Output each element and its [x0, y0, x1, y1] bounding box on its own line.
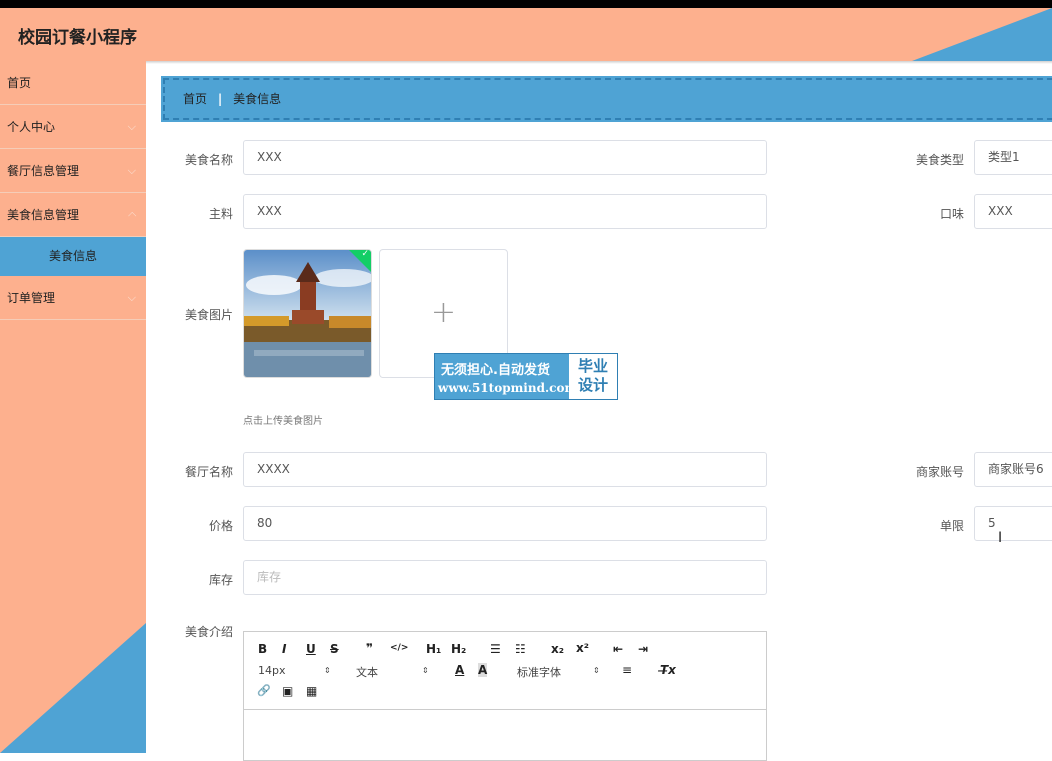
strike-button[interactable]: S — [330, 642, 339, 656]
watermark-banner: 无须担心.自动发货 www.51topmind.com 毕业 设计 — [434, 353, 618, 400]
editor-toolbar: B I U S ❞ </> H₁ H₂ ☰ ☷ x₂ x² ⇤ ⇥ 14px ⇕… — [244, 632, 766, 710]
ordered-list-button[interactable]: ☰ — [490, 642, 501, 656]
ingredient-label: 主料 — [208, 207, 233, 221]
font-size-select[interactable]: 14px ⇕ — [258, 664, 332, 677]
sidebar-item-food-management[interactable]: 美食信息管理 ⌵ — [0, 193, 146, 237]
price-label: 价格 — [208, 519, 233, 533]
food-name-input[interactable]: XXX — [243, 140, 767, 175]
text-cursor-icon: I — [998, 530, 1003, 546]
chevron-up-icon: ⌵ — [127, 209, 136, 222]
price-input[interactable]: 80 — [243, 506, 767, 541]
image-icon[interactable]: ▣ — [282, 684, 293, 698]
bold-button[interactable]: B — [258, 642, 267, 656]
stock-label: 库存 — [208, 573, 233, 587]
upload-hint: 点击上传美食图片 — [243, 416, 323, 427]
sidebar-item-label: 美食信息管理 — [7, 208, 80, 222]
watermark-line1: 无须担心.自动发货 — [441, 363, 550, 378]
paragraph-select[interactable]: 文本 ⇕ — [356, 664, 430, 680]
blockquote-button[interactable]: ❞ — [366, 641, 373, 655]
select-arrow-icon: ⇕ — [324, 666, 331, 675]
font-family-select[interactable]: 标准字体 ⇕ — [517, 664, 601, 680]
font-color-button[interactable]: A — [455, 663, 464, 677]
sidebar-corner-decoration — [0, 623, 146, 753]
breadcrumb: 首页 | 美食信息 — [161, 76, 1052, 122]
ingredient-input[interactable]: XXX — [243, 194, 767, 229]
merchant-account-label: 商家账号 — [915, 465, 964, 479]
main-content: 首页 | 美食信息 美食名称 XXX 美食类型 类型1 主料 XXX 口味 XX… — [146, 64, 1052, 761]
taste-label: 口味 — [939, 207, 964, 221]
food-name-label: 美食名称 — [184, 153, 233, 167]
food-image-label: 美食图片 — [184, 308, 233, 322]
stock-input[interactable]: 库存 — [243, 560, 767, 595]
background-color-button[interactable]: A — [478, 663, 488, 677]
chevron-down-icon: ⌵ — [127, 164, 136, 177]
paragraph-value: 文本 — [356, 666, 378, 679]
uploaded-food-image[interactable]: ✓ — [243, 249, 372, 378]
restaurant-name-input[interactable]: XXXX — [243, 452, 767, 487]
sidebar-subitem-food-info[interactable]: 美食信息 — [0, 237, 146, 276]
check-icon: ✓ — [361, 249, 369, 259]
sidebar-item-order-management[interactable]: 订单管理 ⌵ — [0, 276, 146, 320]
sidebar-item-label: 首页 — [7, 76, 32, 90]
breadcrumb-separator: | — [217, 92, 223, 106]
restaurant-name-label: 餐厅名称 — [184, 465, 233, 479]
header: 校园订餐小程序 — [0, 8, 1052, 61]
header-decoration — [912, 8, 1052, 61]
watermark-line2: www.51topmind.com — [438, 381, 578, 395]
sidebar: 首页 个人中心 ⌵ 餐厅信息管理 ⌵ 美食信息管理 ⌵ 美食信息 订单管理 ⌵ — [0, 61, 146, 753]
breadcrumb-home[interactable]: 首页 — [183, 92, 207, 106]
select-arrow-icon: ⇕ — [593, 666, 600, 675]
window-top-strip — [0, 0, 1052, 8]
watermark-right-top: 毕业 — [577, 357, 608, 375]
underline-button[interactable]: U — [306, 642, 316, 656]
chevron-down-icon: ⌵ — [127, 291, 136, 304]
merchant-account-input[interactable]: 商家账号6 — [974, 452, 1052, 487]
sidebar-item-personal-center[interactable]: 个人中心 ⌵ — [0, 105, 146, 149]
video-icon[interactable]: ▦ — [306, 684, 317, 698]
sidebar-item-home[interactable]: 首页 — [0, 61, 146, 105]
indent-button[interactable]: ⇥ — [638, 642, 648, 656]
heading2-button[interactable]: H₂ — [451, 642, 466, 656]
link-icon[interactable]: 🔗 — [257, 684, 271, 697]
watermark-right: 毕业 设计 — [569, 354, 617, 399]
superscript-button[interactable]: x² — [576, 641, 589, 655]
watermark-left: 无须担心.自动发货 www.51topmind.com — [435, 354, 577, 399]
heading1-button[interactable]: H₁ — [426, 642, 441, 656]
limit-label: 单限 — [939, 519, 964, 533]
sidebar-item-label: 餐厅信息管理 — [7, 164, 80, 178]
sidebar-item-label: 订单管理 — [7, 291, 56, 305]
sidebar-subitem-label: 美食信息 — [48, 249, 97, 263]
watermark-right-bottom: 设计 — [577, 376, 608, 394]
sidebar-item-label: 个人中心 — [7, 120, 56, 134]
font-family-value: 标准字体 — [517, 666, 561, 679]
outdent-button[interactable]: ⇤ — [613, 642, 623, 656]
bullet-list-button[interactable]: ☷ — [515, 642, 526, 656]
select-arrow-icon: ⇕ — [422, 666, 429, 675]
rich-text-editor: B I U S ❞ </> H₁ H₂ ☰ ☷ x₂ x² ⇤ ⇥ 14px ⇕… — [243, 631, 767, 761]
sidebar-item-restaurant-management[interactable]: 餐厅信息管理 ⌵ — [0, 149, 146, 193]
limit-input[interactable]: 5 — [974, 506, 1052, 541]
code-button[interactable]: </> — [390, 643, 408, 653]
breadcrumb-current: 美食信息 — [233, 92, 282, 106]
chevron-down-icon: ⌵ — [127, 120, 136, 133]
food-type-label: 美食类型 — [915, 153, 964, 167]
taste-input[interactable]: XXX — [974, 194, 1052, 229]
intro-label: 美食介绍 — [184, 625, 233, 639]
subscript-button[interactable]: x₂ — [551, 642, 564, 656]
italic-button[interactable]: I — [282, 642, 286, 656]
app-title: 校园订餐小程序 — [18, 28, 137, 48]
food-type-select[interactable]: 类型1 — [974, 140, 1052, 175]
font-size-value: 14px — [258, 664, 286, 677]
align-button[interactable]: ≡ — [622, 663, 632, 677]
clear-format-button[interactable]: T̶x — [660, 663, 676, 677]
